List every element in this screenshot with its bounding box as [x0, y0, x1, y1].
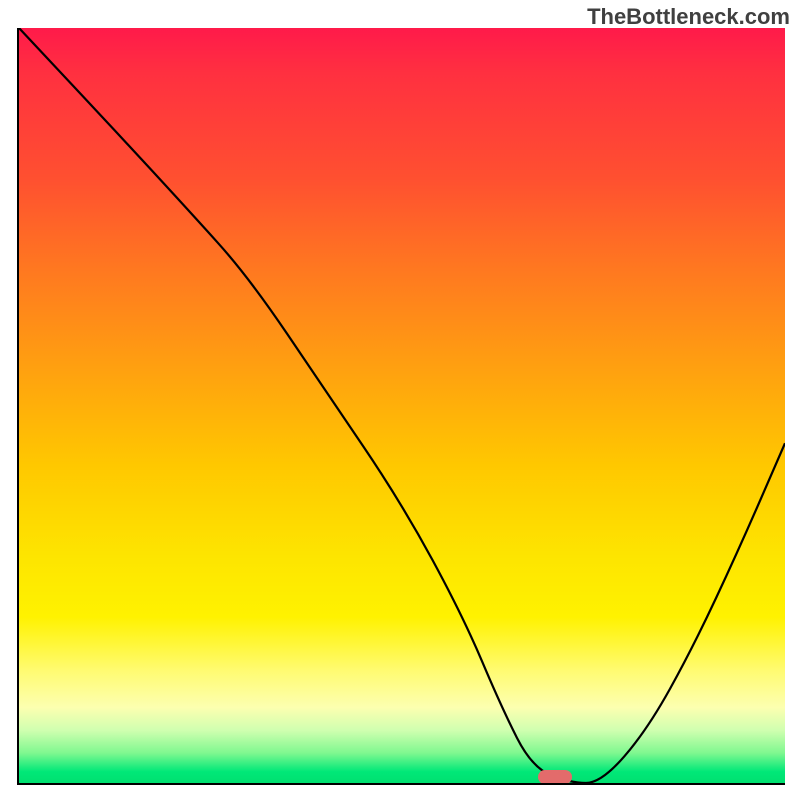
bottleneck-curve-path — [19, 28, 785, 783]
watermark-text: TheBottleneck.com — [587, 4, 790, 30]
optimal-marker — [538, 770, 572, 784]
curve-svg — [19, 28, 785, 783]
plot-area — [17, 28, 785, 785]
